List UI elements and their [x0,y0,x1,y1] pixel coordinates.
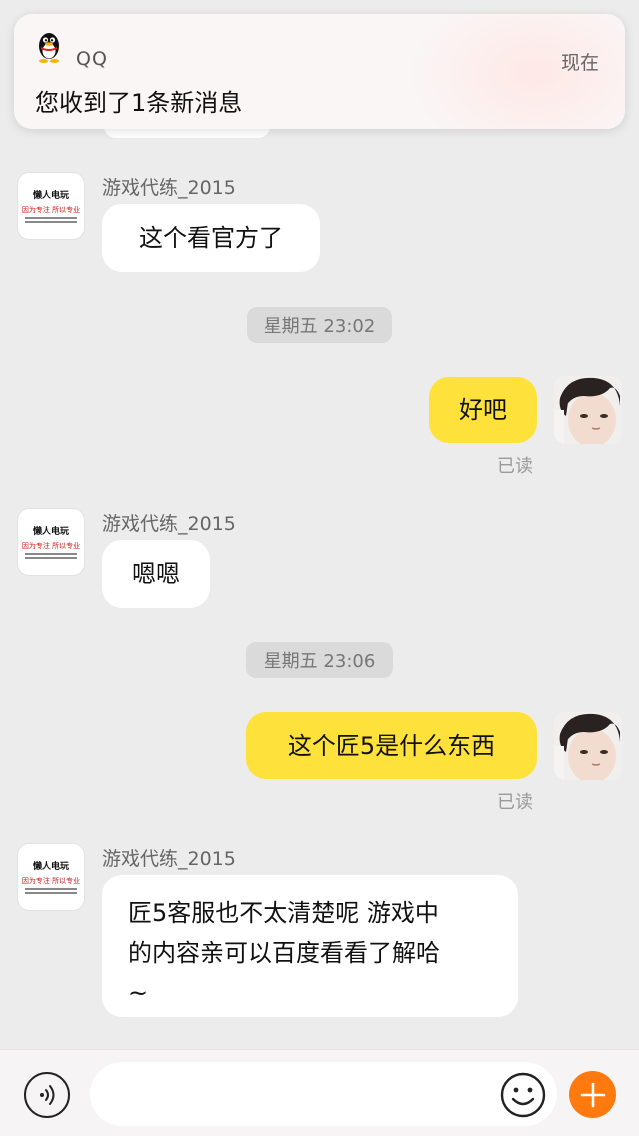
timestamp-pill: 星期五 23:02 [247,307,392,343]
message-line: 的内容亲可以百度看看了解哈 [128,939,440,967]
my-avatar[interactable] [554,712,622,780]
read-receipt: 已读 [497,792,533,813]
sender-name: 游戏代练_2015 [102,177,236,199]
message-line: ~ [128,979,149,1007]
message-input[interactable] [90,1062,557,1126]
plus-icon [580,1082,605,1107]
qq-penguin-icon [39,33,59,63]
notification-banner[interactable]: QQ 现在 您收到了1条新消息 [14,14,625,129]
my-avatar[interactable] [554,376,622,444]
timestamp-pill: 星期五 23:06 [246,642,393,678]
notification-message: 您收到了1条新消息 [35,89,243,117]
emoji-icon [500,1072,546,1118]
voice-button[interactable] [24,1072,70,1118]
incoming-message-bubble[interactable]: 这个看官方了 [102,204,320,272]
voice-icon [40,1085,55,1105]
incoming-message-bubble[interactable]: 匠5客服也不太清楚呢 游戏中 的内容亲可以百度看看了解哈 ~ [102,875,518,1017]
chat-input-bar [0,1049,639,1136]
notification-time: 现在 [560,52,599,74]
incoming-message-bubble[interactable]: 嗯嗯 [102,540,210,608]
sender-name: 游戏代练_2015 [102,848,236,870]
read-receipt: 已读 [497,456,533,477]
notification-app-name: QQ [76,48,108,70]
contact-avatar[interactable]: 懒人电玩 因为专注 所以专业 [17,843,85,911]
message-line: 匠5客服也不太清楚呢 游戏中 [128,899,439,927]
user-avatar-icon [554,376,622,444]
user-avatar-icon [554,712,622,780]
outgoing-message-bubble[interactable]: 好吧 [429,377,537,443]
contact-avatar[interactable]: 懒人电玩 因为专注 所以专业 [17,508,85,576]
emoji-button[interactable] [499,1071,547,1119]
plus-button[interactable] [569,1071,616,1118]
sender-name: 游戏代练_2015 [102,513,236,535]
outgoing-message-bubble[interactable]: 这个匠5是什么东西 [246,712,537,779]
contact-avatar[interactable]: 懒人电玩 因为专注 所以专业 [17,172,85,240]
